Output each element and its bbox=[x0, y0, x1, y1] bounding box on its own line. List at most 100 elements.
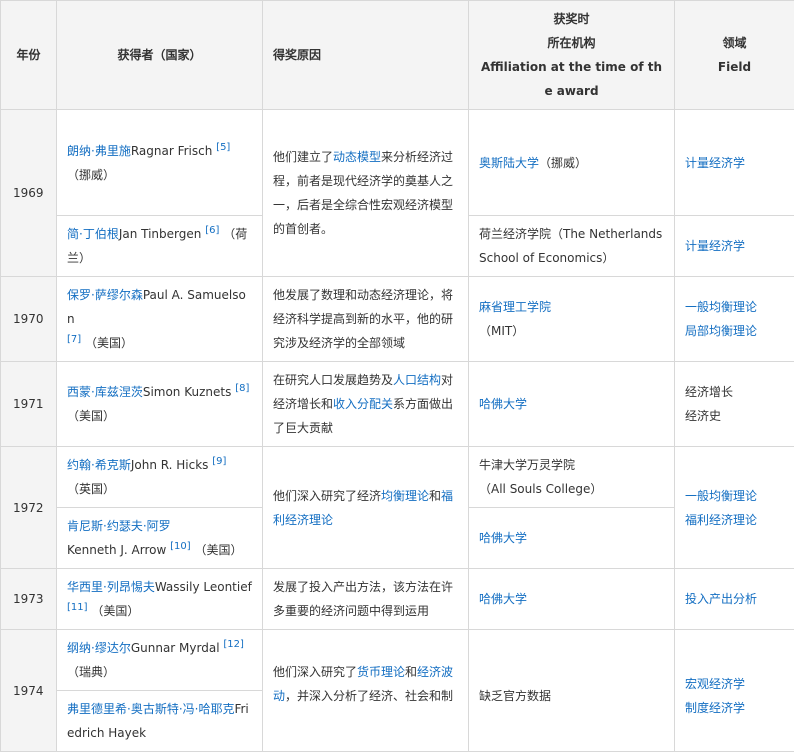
header-field: 领域 Field bbox=[675, 1, 794, 110]
year-cell: 1972 bbox=[1, 447, 57, 569]
reason-link[interactable]: 人口结构 bbox=[393, 373, 441, 387]
field-cell: 计量经济学 bbox=[675, 110, 794, 216]
laureate-name-en: Gunnar Myrdal bbox=[131, 641, 220, 655]
laureate-link[interactable]: 约翰·希克斯 bbox=[67, 458, 131, 472]
year-cell: 1969 bbox=[1, 110, 57, 277]
affiliation-link[interactable]: 哈佛大学 bbox=[479, 531, 527, 545]
reason-text: 他们深入研究了 bbox=[273, 665, 357, 679]
field-text: 经济史 bbox=[685, 404, 784, 428]
affiliation-text: （All Souls College） bbox=[479, 477, 664, 501]
affiliation-text: 牛津大学万灵学院 bbox=[479, 453, 664, 477]
field-cell: 投入产出分析 bbox=[675, 569, 794, 630]
header-affiliation-line2: 所在机构 bbox=[479, 31, 664, 55]
field-link[interactable]: 投入产出分析 bbox=[685, 592, 757, 606]
reference-link[interactable]: [9] bbox=[212, 456, 226, 467]
laureate-name-en: John R. Hicks bbox=[131, 458, 209, 472]
affiliation-cell: 哈佛大学 bbox=[469, 508, 675, 569]
affiliation-link[interactable]: 麻省理工学院 bbox=[479, 300, 551, 314]
affiliation-text: 荷兰经济学院（The Netherlands School of Economi… bbox=[479, 227, 662, 265]
reason-cell: 他发展了数理和动态经济理论，将经济科学提高到新的水平，他的研究涉及经济学的全部领… bbox=[263, 277, 469, 362]
reason-link[interactable]: 动态模型 bbox=[333, 150, 381, 164]
reference-link[interactable]: [5] bbox=[216, 142, 230, 153]
laureate-name-en: Kenneth J. Arrow bbox=[67, 543, 166, 557]
reference-link[interactable]: [10] bbox=[170, 541, 191, 552]
field-link[interactable]: 制度经济学 bbox=[685, 696, 784, 720]
affiliation-link[interactable]: 哈佛大学 bbox=[479, 592, 527, 606]
field-cell: 一般均衡理论 福利经济理论 bbox=[675, 447, 794, 569]
field-link[interactable]: 局部均衡理论 bbox=[685, 319, 784, 343]
affiliation-cell: 牛津大学万灵学院 （All Souls College） bbox=[469, 447, 675, 508]
laureate-country: （美国） bbox=[195, 543, 243, 557]
affiliation-text: （MIT） bbox=[479, 324, 524, 338]
table-row: 1973 华西里·列昂惕夫Wassily Leontief [11] （美国） … bbox=[1, 569, 794, 630]
laureate-cell: 弗里德里希·奥古斯特·冯·哈耶克Friedrich Hayek bbox=[57, 691, 263, 752]
field-link[interactable]: 计量经济学 bbox=[685, 239, 745, 253]
reference-link[interactable]: [6] bbox=[205, 225, 219, 236]
field-link[interactable]: 宏观经济学 bbox=[685, 672, 784, 696]
table-row: 1972 约翰·希克斯John R. Hicks [9] （英国） 他们深入研究… bbox=[1, 447, 794, 508]
reason-text: 他发展了数理和动态经济理论，将经济科学提高到新的水平，他的研究涉及经济学的全部领… bbox=[273, 288, 453, 350]
year-cell: 1970 bbox=[1, 277, 57, 362]
laureate-country: （美国） bbox=[67, 409, 115, 423]
laureate-link[interactable]: 朗纳·弗里施 bbox=[67, 144, 131, 158]
affiliation-cell: 哈佛大学 bbox=[469, 569, 675, 630]
laureate-cell: 西蒙·库兹涅茨Simon Kuznets [8] （美国） bbox=[57, 362, 263, 447]
reason-link[interactable]: 收入分配关 bbox=[333, 397, 393, 411]
table-row: 1974 纲纳·缪达尔Gunnar Myrdal [12] （瑞典） 他们深入研… bbox=[1, 630, 794, 691]
table-row: 1971 西蒙·库兹涅茨Simon Kuznets [8] （美国） 在研究人口… bbox=[1, 362, 794, 447]
laureate-link[interactable]: 保罗·萨缪尔森 bbox=[67, 288, 143, 302]
table-row: 1970 保罗·萨缪尔森Paul A. Samuelson [7] （美国） 他… bbox=[1, 277, 794, 362]
laureate-link[interactable]: 华西里·列昂惕夫 bbox=[67, 580, 155, 594]
header-affiliation-en: Affiliation at the time of the award bbox=[479, 55, 664, 103]
header-field-en: Field bbox=[685, 55, 784, 79]
year-cell: 1973 bbox=[1, 569, 57, 630]
reference-link[interactable]: [7] bbox=[67, 334, 81, 345]
header-year: 年份 bbox=[1, 1, 57, 110]
laureate-name-en: Ragnar Frisch bbox=[131, 144, 213, 158]
header-reason: 得奖原因 bbox=[263, 1, 469, 110]
reference-link[interactable]: [8] bbox=[235, 383, 249, 394]
affiliation-link[interactable]: 哈佛大学 bbox=[479, 397, 527, 411]
laureate-cell: 朗纳·弗里施Ragnar Frisch [5] （挪威） bbox=[57, 110, 263, 216]
laureate-name-en: Jan Tinbergen bbox=[119, 227, 202, 241]
reason-link[interactable]: 均衡理论 bbox=[381, 489, 429, 503]
field-link[interactable]: 一般均衡理论 bbox=[685, 295, 784, 319]
header-field-zh: 领域 bbox=[685, 31, 784, 55]
laureate-link[interactable]: 西蒙·库兹涅茨 bbox=[67, 385, 143, 399]
laureate-cell: 约翰·希克斯John R. Hicks [9] （英国） bbox=[57, 447, 263, 508]
laureate-link[interactable]: 弗里德里希·奥古斯特·冯·哈耶克 bbox=[67, 702, 234, 716]
affiliation-cell: 哈佛大学 bbox=[469, 362, 675, 447]
reason-link[interactable]: 货币理论 bbox=[357, 665, 405, 679]
reference-link[interactable]: [11] bbox=[67, 602, 88, 613]
field-link[interactable]: 福利经济理论 bbox=[685, 508, 784, 532]
reason-cell: 在研究人口发展趋势及人口结构对经济增长和收入分配关系方面做出了巨大贡献 bbox=[263, 362, 469, 447]
affiliation-cell: 奥斯陆大学（挪威） bbox=[469, 110, 675, 216]
laureate-link[interactable]: 纲纳·缪达尔 bbox=[67, 641, 131, 655]
reason-text: 他们建立了 bbox=[273, 150, 333, 164]
reason-cell: 他们建立了动态模型来分析经济过程，前者是现代经济学的奠基人之一，后者是全综合性宏… bbox=[263, 110, 469, 277]
laureate-country: （瑞典） bbox=[67, 665, 115, 679]
reason-cell: 他们深入研究了货币理论和经济波动，并深入分析了经济、社会和制 bbox=[263, 630, 469, 752]
reason-cell: 发展了投入产出方法，该方法在许多重要的经济问题中得到运用 bbox=[263, 569, 469, 630]
reason-text: 和 bbox=[405, 665, 417, 679]
laureate-cell: 简·丁伯根Jan Tinbergen [6] （荷兰） bbox=[57, 216, 263, 277]
field-link[interactable]: 一般均衡理论 bbox=[685, 484, 784, 508]
header-affiliation: 获奖时 所在机构 Affiliation at the time of the … bbox=[469, 1, 675, 110]
year-cell: 1974 bbox=[1, 630, 57, 752]
affiliation-cell: 缺乏官方数据 bbox=[469, 630, 675, 752]
laureate-link[interactable]: 肯尼斯·约瑟夫·阿罗 bbox=[67, 519, 171, 533]
laureate-link[interactable]: 简·丁伯根 bbox=[67, 227, 119, 241]
reference-link[interactable]: [12] bbox=[223, 639, 244, 650]
reason-cell: 他们深入研究了经济均衡理论和福利经济理论 bbox=[263, 447, 469, 569]
reason-text: 他们深入研究了经济 bbox=[273, 489, 381, 503]
laureate-cell: 肯尼斯·约瑟夫·阿罗 Kenneth J. Arrow [10] （美国） bbox=[57, 508, 263, 569]
header-row: 年份 获得者（国家） 得奖原因 获奖时 所在机构 Affiliation at … bbox=[1, 1, 794, 110]
laureate-cell: 保罗·萨缪尔森Paul A. Samuelson [7] （美国） bbox=[57, 277, 263, 362]
laureate-country: （美国） bbox=[91, 604, 139, 618]
affiliation-link[interactable]: 奥斯陆大学 bbox=[479, 156, 539, 170]
affiliation-cell: 荷兰经济学院（The Netherlands School of Economi… bbox=[469, 216, 675, 277]
field-cell: 宏观经济学 制度经济学 bbox=[675, 630, 794, 752]
laureate-country: （挪威） bbox=[67, 168, 115, 182]
field-link[interactable]: 计量经济学 bbox=[685, 156, 745, 170]
affiliation-cell: 麻省理工学院 （MIT） bbox=[469, 277, 675, 362]
